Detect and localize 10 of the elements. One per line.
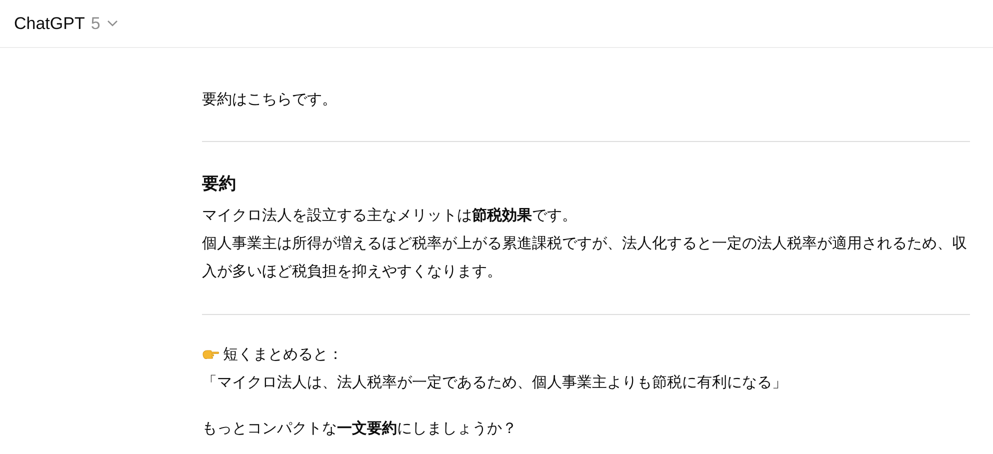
- summary-text: 個人事業主は所得が増えるほど税率が上がる累進課税ですが、法人化すると一定の法人税率が適用されるため、収入が多いほど税負担を抑えやすくなります。: [202, 234, 968, 282]
- chevron-down-icon: [107, 20, 118, 27]
- model-selector[interactable]: ChatGPT 5: [14, 10, 118, 36]
- summary-text: マイクロ法人を設立する主なメリットは節税効果です。: [202, 206, 578, 226]
- intro-text: 要約はこちらです。: [202, 90, 338, 110]
- section-heading: 要約: [202, 173, 237, 195]
- follow-up-question: もっとコンパクトな一文要約にしましょうか？: [202, 419, 518, 439]
- pointing-hand-icon: [202, 349, 219, 361]
- short-summary-label: 短くまとめると：: [223, 345, 343, 365]
- short-summary-quote: 「マイクロ法人は、法人税率が一定であるため、個人事業主よりも節税に有利になる」: [202, 373, 788, 393]
